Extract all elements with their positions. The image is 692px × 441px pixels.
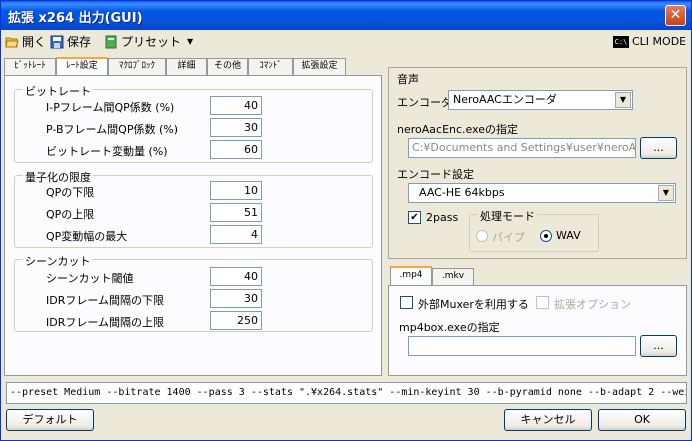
tab-bitrate[interactable]: ﾋﾞｯﾄﾚｰﾄ [4,58,56,75]
close-button[interactable]: ✕ [665,5,686,26]
scenecut-group-title: シーンカット [23,253,93,269]
min-keyint-input[interactable]: 30 [210,289,262,308]
floppy-disk-icon [50,35,64,48]
cancel-button[interactable]: キャンセル [504,409,592,431]
tab-mkv[interactable]: .mkv [432,268,474,285]
default-button[interactable]: デフォルト [6,409,94,431]
qp-step-input[interactable]: 4 [210,225,262,244]
command-line-preview[interactable]: --preset Medium --bitrate 1400 --pass 3 … [6,382,687,404]
open-button[interactable]: 開く [5,33,46,50]
bitrate-variance-label: ビットレート変動量 (%) [46,145,168,158]
save-button[interactable]: 保存 [50,33,91,50]
encoder-select[interactable]: NeroAACエンコーダ ▼ [448,90,633,110]
folder-open-icon [5,37,19,47]
console-icon: C:\ [613,35,629,48]
pb-factor-input[interactable]: 30 [210,118,262,137]
chevron-down-icon: ▼ [187,37,194,46]
tab-other[interactable]: その他 [207,58,248,75]
external-muxer-checkbox[interactable] [400,296,413,309]
pipe-radio[interactable] [476,230,488,242]
save-label: 保存 [67,35,92,49]
max-keyint-input[interactable]: 250 [210,311,262,330]
tab-extended[interactable]: 拡張設定 [293,58,346,75]
encoder-label: エンコーダ [397,96,452,109]
encoder-value: NeroAACエンコーダ [453,93,557,106]
tab-details[interactable]: 詳細 [166,58,207,75]
title-bar[interactable]: 拡張 x264 出力(GUI) ✕ [1,1,691,30]
mp4box-label: mp4box.exeの指定 [399,321,500,334]
twopass-label: 2pass [426,211,459,224]
pipe-label: パイプ [492,231,525,244]
scenecut-threshold-label: シーンカット閾値 [46,272,134,285]
bitrate-group: ビットレート I-Pフレーム間QP係数 (%) 40 P-Bフレーム間QP係数 … [14,83,373,163]
window-title: 拡張 x264 出力(GUI) [8,11,143,26]
ip-factor-label: I-Pフレーム間QP係数 (%) [46,101,175,114]
preset-button[interactable]: プリセット ▼ [104,33,193,50]
extended-option-checkbox[interactable] [536,296,549,309]
exe-browse-button[interactable]: ... [640,137,677,159]
audio-title: 音声 [397,73,419,86]
encode-setting-value: AAC-HE 64kbps [419,186,505,199]
chevron-down-icon: ▼ [658,185,674,201]
extended-option-label: 拡張オプション [554,298,631,311]
scenecut-threshold-input[interactable]: 40 [210,267,262,286]
encode-setting-select[interactable]: AAC-HE 64kbps ▼ [408,183,676,203]
mux-panel: 外部Muxerを利用する 拡張オプション mp4box.exeの指定 ... [388,285,687,376]
preset-book-icon [105,35,117,48]
chevron-down-icon: ▼ [615,92,631,108]
tab-rate-settings[interactable]: ﾚｰﾄ設定 [56,57,108,76]
process-mode-title: 処理モード [478,208,537,224]
process-mode-group: 処理モード パイプ WAV [469,208,599,252]
audio-panel: 音声 エンコーダ NeroAACエンコーダ ▼ neroAacEnc.exeの指… [388,67,687,259]
mp4box-path-input[interactable] [408,336,636,356]
ip-factor-input[interactable]: 40 [210,96,262,115]
tab-command[interactable]: ｺﾏﾝﾄﾞ [248,58,293,75]
qp-min-input[interactable]: 10 [210,181,262,200]
open-label: 開く [22,35,47,49]
min-keyint-label: IDRフレーム間隔の下限 [46,294,165,307]
cli-mode-button[interactable]: C:\ CLI MODE [613,33,686,50]
tab-mp4[interactable]: .mp4 [390,266,432,285]
bitrate-group-title: ビットレート [23,83,93,99]
mp4box-browse-button[interactable]: ... [640,335,677,357]
exe-path-label: neroAacEnc.exeの指定 [397,123,519,136]
qp-min-label: QPの下限 [46,186,95,199]
qp-step-label: QP変動幅の最大 [46,230,128,243]
tab-macroblock[interactable]: ﾏｸﾛﾌﾞﾛｯｸ [108,58,166,75]
pb-factor-label: P-Bフレーム間QP係数 (%) [46,123,179,136]
quantizer-group: 量子化の限度 QPの下限 10 QPの上限 51 QP変動幅の最大 4 [14,169,373,248]
max-keyint-label: IDRフレーム間隔の上限 [46,316,165,329]
twopass-checkbox[interactable]: ✔ [408,211,421,224]
encode-setting-label: エンコード設定 [397,168,474,181]
main-window: 拡張 x264 出力(GUI) ✕ 開く 保存 プリセット ▼ C:\ CLI … [0,0,692,441]
ok-button[interactable]: OK [598,409,686,431]
bitrate-variance-input[interactable]: 60 [210,140,262,159]
quantizer-group-title: 量子化の限度 [23,169,93,185]
close-icon: ✕ [669,7,682,23]
cli-mode-label: CLI MODE [632,35,687,48]
rate-settings-panel: ビットレート I-Pフレーム間QP係数 (%) 40 P-Bフレーム間QP係数 … [4,75,382,376]
external-muxer-label: 外部Muxerを利用する [418,298,529,311]
wav-radio[interactable] [540,230,552,242]
toolbar: 開く 保存 プリセット ▼ C:\ CLI MODE [1,30,691,52]
wav-label: WAV [556,229,581,242]
qp-max-input[interactable]: 51 [210,203,262,222]
scenecut-group: シーンカット シーンカット閾値 40 IDRフレーム間隔の下限 30 IDRフレ… [14,253,373,332]
preset-label: プリセット [121,35,182,49]
exe-path-input[interactable]: C:¥Documents and Settings¥user¥neroAacEn… [408,138,636,158]
qp-max-label: QPの上限 [46,208,95,221]
